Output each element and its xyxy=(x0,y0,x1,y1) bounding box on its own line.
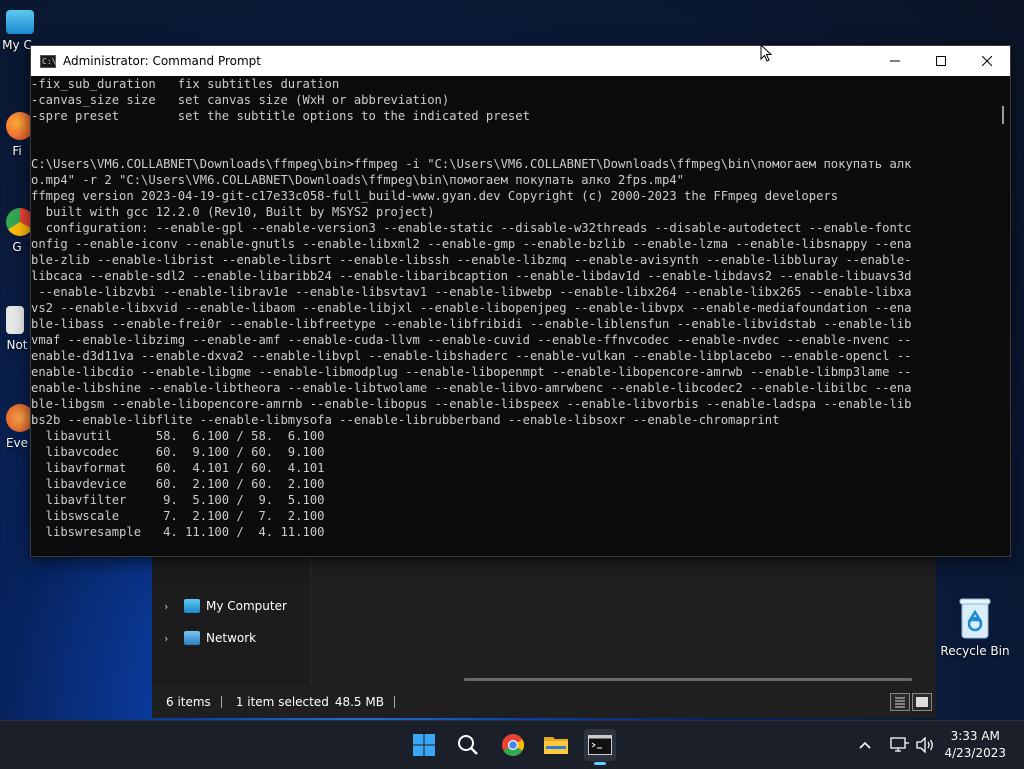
volume-tray-button[interactable] xyxy=(915,721,935,769)
desktop-icon-firefox[interactable]: Fi xyxy=(0,112,34,158)
nav-item-my-computer[interactable]: › My Computer xyxy=(164,595,287,617)
console-line: onfig --enable-iconv --enable-gnutls --e… xyxy=(31,237,912,251)
console-line: enable-libshine --enable-libtheora --ena… xyxy=(31,381,912,395)
network-tray-button[interactable] xyxy=(890,721,910,769)
show-hidden-icons-button[interactable] xyxy=(858,721,872,769)
console-line: configuration: --enable-gpl --enable-ver… xyxy=(31,221,912,235)
desktop-icon-chrome[interactable]: G xyxy=(0,208,34,254)
console-line: -canvas_size size set canvas size (WxH o… xyxy=(31,93,450,107)
console-line: ble-zlib --enable-librist --enable-libsr… xyxy=(31,253,912,267)
status-separator xyxy=(220,696,222,708)
network-icon xyxy=(184,631,200,645)
selected-count: 1 item selected xyxy=(235,695,329,709)
taskbar-clock[interactable]: 3:33 AM 4/23/2023 xyxy=(944,728,1006,762)
console-line: enable-libcdio --enable-libgme --enable-… xyxy=(31,365,912,379)
window-titlebar[interactable]: C:\ Administrator: Command Prompt xyxy=(31,46,1010,76)
console-line: libavutil 58. 6.100 / 58. 6.100 xyxy=(31,429,325,443)
search-icon xyxy=(458,735,478,755)
chevron-up-icon xyxy=(859,741,871,749)
cmd-app-icon: C:\ xyxy=(40,54,57,68)
console-line: vmaf --enable-libzimg --enable-amf --ena… xyxy=(31,333,912,347)
taskbar-chrome-button[interactable] xyxy=(497,729,529,761)
desktop-icon-my-computer[interactable]: My C xyxy=(0,10,34,52)
clock-time: 3:33 AM xyxy=(950,729,1000,743)
nav-item-label: Network xyxy=(206,631,257,645)
console-line: o.mp4" -r 2 "C:\Users\VM6.COLLABNET\Down… xyxy=(31,173,685,187)
volume-icon xyxy=(916,737,933,753)
console-line: bs2b --enable-libflite --enable-libmysof… xyxy=(31,413,780,427)
minimize-icon xyxy=(890,60,900,62)
terminal-icon xyxy=(588,735,612,755)
chrome-icon xyxy=(502,734,524,756)
mouse-cursor-icon xyxy=(760,44,772,62)
file-explorer-window: › My Computer › Network 6 items 1 item s… xyxy=(152,553,936,718)
close-icon xyxy=(982,56,992,66)
network-icon xyxy=(890,737,909,752)
console-line: -spre preset set the subtitle options to… xyxy=(31,109,530,123)
desktop-icon-label: Eve xyxy=(5,436,29,450)
explorer-nav-pane: › My Computer › Network xyxy=(152,553,311,685)
command-prompt-window[interactable]: C:\ Administrator: Command Prompt -fix_s… xyxy=(30,45,1011,557)
nav-item-label: My Computer xyxy=(206,599,287,613)
clock-date: 4/23/2023 xyxy=(944,746,1006,760)
chevron-right-icon[interactable]: › xyxy=(164,632,178,645)
monitor-icon xyxy=(6,10,34,34)
explorer-status-bar: 6 items 1 item selected 48.5 MB xyxy=(152,689,936,715)
taskbar-explorer-button[interactable] xyxy=(540,729,572,761)
folder-icon xyxy=(544,737,568,754)
console-line: libcaca --enable-sdl2 --enable-libaribb2… xyxy=(31,269,912,283)
console-line: libavcodec 60. 9.100 / 60. 9.100 xyxy=(31,445,325,459)
console-line: ble-libgsm --enable-libopencore-amrnb --… xyxy=(31,397,912,411)
console-output[interactable]: -fix_sub_duration fix subtitles duration… xyxy=(31,76,991,554)
desktop-icon-label: Fi xyxy=(12,144,22,158)
desktop-icon-label: My C xyxy=(2,38,32,52)
console-line: libavfilter 9. 5.100 / 9. 5.100 xyxy=(31,493,325,507)
taskbar-start-button[interactable] xyxy=(408,729,440,761)
console-line: C:\Users\VM6.COLLABNET\Downloads\ffmpeg\… xyxy=(31,157,912,171)
maximize-button[interactable] xyxy=(918,46,964,76)
tiles-view-icon xyxy=(916,697,928,707)
windows-start-icon xyxy=(413,734,435,756)
nav-item-network[interactable]: › Network xyxy=(164,627,256,649)
maximize-icon xyxy=(936,56,946,66)
recycle-bin-icon xyxy=(959,598,991,639)
desktop-icon-recycle-bin[interactable]: Recycle Bin xyxy=(940,596,1010,658)
console-line: built with gcc 12.2.0 (Rev10, Built by M… xyxy=(31,205,435,219)
taskbar: 3:33 AM 4/23/2023 xyxy=(0,720,1024,769)
window-title: Administrator: Command Prompt xyxy=(63,54,261,68)
console-line: vs2 --enable-libxvid --enable-libaom --e… xyxy=(31,301,912,315)
status-separator xyxy=(393,696,395,708)
details-view-button[interactable] xyxy=(890,693,910,711)
recycle-bin-label: Recycle Bin xyxy=(940,644,1010,658)
console-line: libswresample 4. 11.100 / 4. 11.100 xyxy=(31,525,325,539)
desktop-icon-label: G xyxy=(12,240,22,254)
selected-size: 48.5 MB xyxy=(334,695,384,709)
console-line: ble-libass --enable-frei0r --enable-libf… xyxy=(31,317,912,331)
console-line: ffmpeg version 2023-04-19-git-c17e33c058… xyxy=(31,189,839,203)
console-line: enable-d3d11va --enable-dxva2 --enable-l… xyxy=(31,349,912,363)
desktop-icon-notepad[interactable]: Not xyxy=(0,306,34,352)
console-line: -fix_sub_duration fix subtitles duration xyxy=(31,77,340,91)
close-button[interactable] xyxy=(964,46,1010,76)
console-line: libavdevice 60. 2.100 / 60. 2.100 xyxy=(31,477,325,491)
desktop-icon-label: Not xyxy=(6,338,28,352)
details-view-icon xyxy=(895,697,905,708)
chevron-right-icon[interactable]: › xyxy=(164,600,178,613)
minimize-button[interactable] xyxy=(872,46,918,76)
horizontal-scrollbar[interactable] xyxy=(464,678,912,681)
tiles-view-button[interactable] xyxy=(912,693,932,711)
console-line: libavformat 60. 4.101 / 60. 4.101 xyxy=(31,461,325,475)
vertical-scrollbar-thumb[interactable] xyxy=(1002,106,1004,124)
console-line: --enable-libzvbi --enable-librav1e --ena… xyxy=(31,285,912,299)
notepad-icon xyxy=(6,306,24,334)
desktop-icon-app[interactable]: Eve xyxy=(0,404,34,450)
active-indicator xyxy=(594,762,606,765)
computer-icon xyxy=(184,599,200,613)
taskbar-cmd-button[interactable] xyxy=(584,729,616,765)
item-count: 6 items xyxy=(166,695,211,709)
taskbar-search-button[interactable] xyxy=(452,729,484,761)
console-line: libswscale 7. 2.100 / 7. 2.100 xyxy=(31,509,325,523)
